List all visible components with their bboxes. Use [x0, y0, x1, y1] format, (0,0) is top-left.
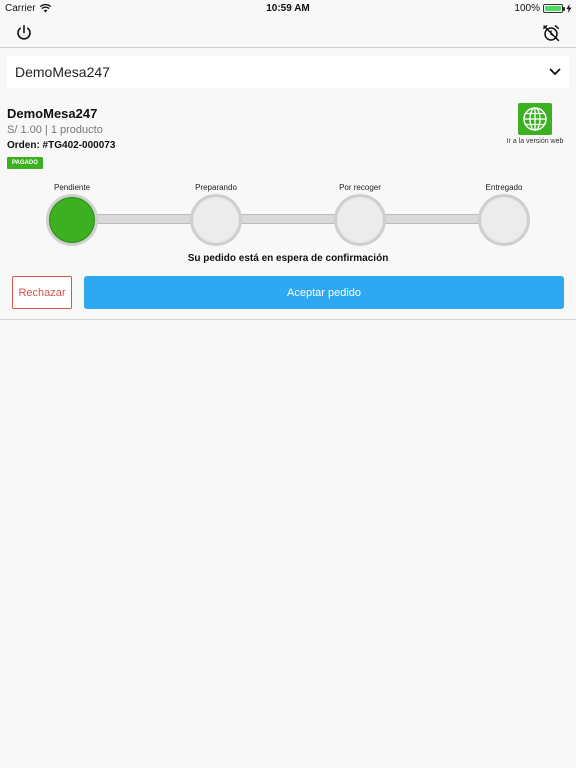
status-bar: Carrier 10:59 AM 100%: [0, 0, 576, 16]
step-label-por-recoger: Por recoger: [339, 183, 381, 192]
step-label-preparando: Preparando: [195, 183, 237, 192]
order-name: DemoMesa247: [7, 106, 98, 121]
power-icon: [17, 24, 31, 40]
status-right: 100%: [514, 3, 572, 14]
reject-button[interactable]: Rechazar: [12, 276, 72, 309]
web-version-button[interactable]: [518, 103, 552, 135]
order-card: DemoMesa247 S/ 1.00 | 1 producto Orden: …: [0, 96, 576, 320]
power-button[interactable]: [13, 22, 35, 44]
step-circle-entregado: [478, 194, 530, 246]
table-selector-value: DemoMesa247: [15, 64, 110, 80]
status-time: 10:59 AM: [266, 3, 310, 14]
table-selector[interactable]: DemoMesa247: [7, 56, 569, 88]
globe-icon: [523, 107, 547, 131]
battery-percent: 100%: [514, 3, 540, 14]
status-badge: PAGADO: [7, 157, 43, 169]
alarm-off-icon: [543, 25, 560, 42]
top-toolbar: [0, 16, 576, 48]
chevron-down-icon: [549, 68, 561, 75]
charging-icon: [566, 4, 572, 13]
step-circle-pendiente: [46, 194, 98, 246]
step-label-pendiente: Pendiente: [53, 183, 91, 192]
step-label-entregado: Entregado: [485, 183, 523, 192]
battery-icon: [543, 4, 565, 13]
accept-order-button[interactable]: Aceptar pedido: [84, 276, 564, 309]
alarm-off-button[interactable]: [540, 22, 562, 44]
progress-track: [72, 214, 504, 224]
order-number: Orden: #TG402-000073: [7, 140, 116, 151]
web-version-label: Ir a la versión web: [506, 138, 564, 145]
battery-fill: [545, 6, 561, 11]
step-circle-por-recoger: [334, 194, 386, 246]
order-status-message: Su pedido está en espera de confirmación: [187, 253, 389, 264]
order-summary: S/ 1.00 | 1 producto: [7, 124, 103, 136]
step-circle-preparando: [190, 194, 242, 246]
